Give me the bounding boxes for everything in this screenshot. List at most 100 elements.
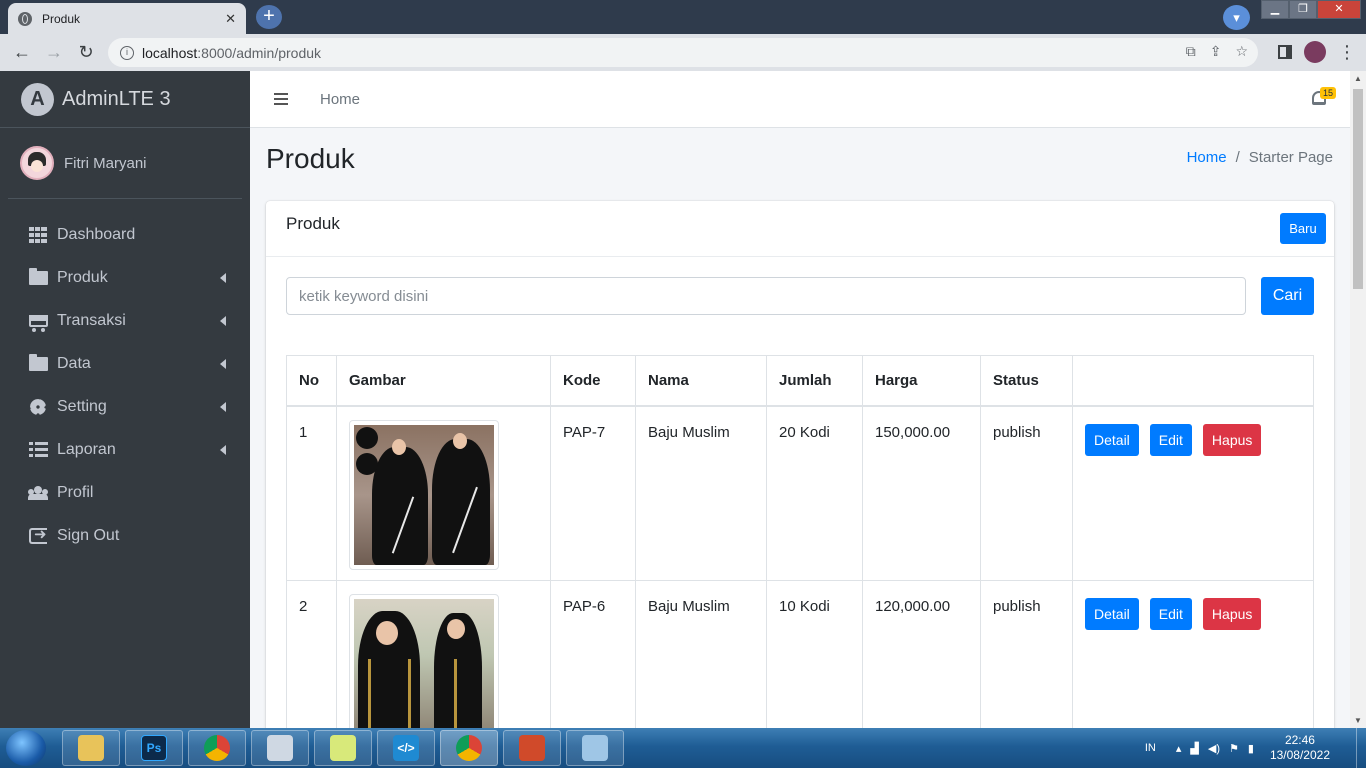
brand-link[interactable]: A AdminLTE 3 (0, 71, 250, 128)
browser-tab-strip: Produk ✕ + ▾ ▁ ❐ ✕ (0, 0, 1366, 34)
vscode-icon: </> (393, 735, 419, 761)
taskbar-notes[interactable] (314, 730, 372, 766)
chevron-left-icon (220, 358, 226, 369)
sidebar-item-label: Data (57, 354, 91, 372)
sidebar-item-label: Transaksi (57, 311, 126, 329)
product-photo (354, 424, 494, 565)
notification-badge: 15 (1319, 87, 1336, 99)
brand-text: AdminLTE 3 (62, 87, 171, 110)
sidebar: A AdminLTE 3 Fitri Maryani Dashboard Pro… (0, 71, 250, 728)
user-name: Fitri Maryani (64, 154, 147, 172)
scroll-up-icon[interactable]: ▲ (1354, 74, 1362, 83)
sidebar-item-label: Setting (57, 397, 107, 415)
page-scrollbar[interactable]: ▲ ▼ (1350, 71, 1366, 728)
detail-button[interactable]: Detail (1085, 598, 1139, 630)
cell-kode: PAP-7 (550, 405, 636, 581)
power-icon[interactable]: ▮ (1248, 742, 1254, 755)
show-desktop-button[interactable] (1356, 728, 1366, 768)
taskbar-chrome[interactable] (188, 730, 246, 766)
scroll-thumb[interactable] (1353, 89, 1363, 289)
sidebar-item-dashboard[interactable]: Dashboard (0, 213, 250, 256)
volume-icon[interactable]: ◀) (1208, 742, 1220, 755)
detail-button[interactable]: Detail (1085, 423, 1139, 456)
product-image[interactable] (349, 419, 499, 570)
edit-button[interactable]: Edit (1149, 598, 1192, 630)
clock[interactable]: 22:46 13/08/2022 (1270, 733, 1330, 763)
sidebar-item-transaksi[interactable]: Transaksi (0, 299, 250, 342)
side-panel-icon[interactable] (1278, 45, 1292, 59)
taskbar-paint[interactable] (566, 730, 624, 766)
hamburger-menu-icon[interactable] (274, 93, 288, 105)
column-header-gambar: Gambar (336, 355, 551, 407)
delete-button[interactable]: Hapus (1202, 598, 1262, 630)
chevron-left-icon (220, 315, 226, 326)
card-title: Produk (286, 213, 340, 233)
minimize-button[interactable]: ▁ (1261, 0, 1289, 19)
column-header-jumlah: Jumlah (766, 355, 863, 407)
language-indicator[interactable]: IN (1145, 742, 1156, 754)
taskbar-presenter[interactable] (503, 730, 561, 766)
edit-button[interactable]: Edit (1149, 423, 1192, 456)
start-button[interactable] (6, 730, 46, 766)
sidebar-item-label: Sign Out (57, 526, 120, 544)
share-icon[interactable]: ⇪ (1210, 43, 1222, 60)
sidebar-item-label: Profil (57, 483, 94, 501)
folder-open-icon (28, 267, 48, 287)
product-card: Produk Baru Cari No Gambar Kode Nama Jum… (266, 201, 1334, 741)
window-controls: ▁ ❐ ✕ (1261, 0, 1361, 19)
gears-icon (28, 398, 48, 416)
address-bar[interactable]: i localhost:8000/admin/produk ⧉ ⇪ ☆ (108, 38, 1258, 67)
site-info-icon[interactable]: i (120, 45, 134, 60)
action-center-icon[interactable]: ⚑ (1229, 742, 1239, 755)
sidebar-item-setting[interactable]: Setting (0, 385, 250, 428)
url-host: localhost (142, 44, 198, 61)
browser-tab[interactable]: Produk ✕ (8, 3, 246, 34)
breadcrumb-home-link[interactable]: Home (1187, 149, 1227, 166)
clock-time: 22:46 (1284, 733, 1315, 747)
breadcrumb-current: Starter Page (1248, 149, 1333, 166)
menu-kebab-icon[interactable]: ⋮ (1338, 42, 1356, 63)
search-input[interactable] (286, 277, 1246, 315)
sidebar-item-produk[interactable]: Produk (0, 256, 250, 299)
product-table: No Gambar Kode Nama Jumlah Harga Status … (286, 355, 1314, 741)
grid-icon (28, 226, 48, 244)
column-header-harga: Harga (862, 355, 981, 407)
sidebar-item-sign-out[interactable]: Sign Out (0, 514, 250, 557)
close-window-button[interactable]: ✕ (1317, 0, 1361, 19)
taskbar-vscode[interactable]: </> (377, 730, 435, 766)
tab-close-icon[interactable]: ✕ (225, 11, 236, 27)
nav-home-link[interactable]: Home (320, 91, 360, 108)
column-header-nama: Nama (635, 355, 767, 407)
cell-jumlah: 20 Kodi (766, 405, 863, 581)
back-icon[interactable]: ← (6, 42, 38, 63)
folder-icon (78, 735, 104, 761)
product-photo (354, 599, 494, 739)
tray-expand-icon[interactable]: ▴ (1176, 742, 1182, 755)
taskbar-keyboard[interactable] (251, 730, 309, 766)
cart-icon (28, 312, 48, 332)
column-header-status: Status (980, 355, 1073, 407)
new-tab-button[interactable]: + (256, 5, 282, 29)
signal-icon[interactable]: ▟ (1190, 742, 1198, 755)
maximize-button[interactable]: ❐ (1289, 0, 1317, 19)
cell-gambar (336, 405, 551, 581)
scroll-down-icon[interactable]: ▼ (1354, 716, 1362, 725)
delete-button[interactable]: Hapus (1202, 423, 1262, 456)
sidebar-item-laporan[interactable]: Laporan (0, 428, 250, 471)
bookmark-star-icon[interactable]: ☆ (1235, 43, 1248, 60)
sidebar-item-profil[interactable]: Profil (0, 471, 250, 514)
taskbar-chrome-active[interactable] (440, 730, 498, 766)
search-button[interactable]: Cari (1261, 277, 1314, 315)
new-product-button[interactable]: Baru (1280, 213, 1326, 244)
taskbar-explorer[interactable] (62, 730, 120, 766)
user-panel[interactable]: Fitri Maryani (8, 128, 242, 199)
reload-icon[interactable]: ↻ (70, 42, 102, 63)
taskbar-photoshop[interactable]: Ps (125, 730, 183, 766)
forward-icon[interactable]: → (38, 42, 70, 63)
profile-avatar[interactable] (1304, 41, 1326, 63)
translate-icon[interactable]: ⧉ (1186, 43, 1196, 60)
product-image[interactable] (349, 594, 499, 741)
system-tray: IN ▴ ▟ ◀) ⚑ ▮ 22:46 13/08/2022 (1145, 728, 1366, 768)
tab-search-icon[interactable]: ▾ (1223, 5, 1250, 30)
sidebar-item-data[interactable]: Data (0, 342, 250, 385)
